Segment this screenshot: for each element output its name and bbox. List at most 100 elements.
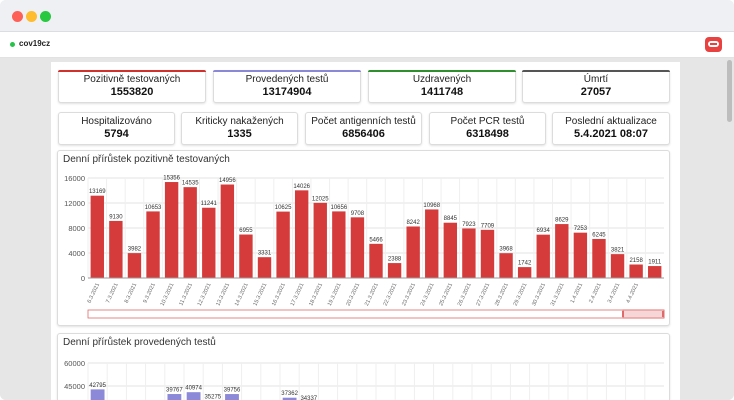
card-accent-bar — [522, 70, 670, 72]
stat-card-hospitalized: Hospitalizováno 5794 — [58, 112, 175, 145]
stat-value: 27057 — [580, 86, 612, 98]
stat-label: Počet PCR testů — [450, 116, 525, 127]
bar-value-label: 7253 — [574, 226, 588, 232]
zoom-handle-right — [662, 311, 664, 317]
x-tick-label: 29.3.2021 — [513, 282, 529, 307]
x-tick-label: 31.3.2021 — [550, 282, 566, 307]
bar-value-label: 2388 — [388, 257, 402, 263]
bar-value-label: 11241 — [201, 201, 218, 207]
bar — [220, 184, 235, 278]
minimize-window-button[interactable] — [26, 11, 37, 22]
close-window-button[interactable] — [12, 11, 23, 22]
bar-value-label: 35275 — [204, 394, 221, 400]
bar — [462, 228, 476, 278]
x-tick-label: 27.3.2021 — [476, 282, 492, 307]
bar — [592, 238, 606, 278]
bar-value-label: 8845 — [444, 216, 458, 222]
bar-value-label: 1911 — [648, 260, 662, 266]
x-tick-label: 14.3.2021 — [234, 282, 250, 307]
bar — [443, 222, 458, 278]
x-tick-label: 24.3.2021 — [420, 282, 436, 307]
stat-label: Hospitalizováno — [81, 116, 152, 127]
stat-card-pcr-tests: Počet PCR testů 6318498 — [429, 112, 546, 145]
app-header: cov19cz — [0, 32, 734, 58]
online-status-icon — [10, 42, 15, 47]
x-tick-label: 2.4.2021 — [588, 282, 602, 304]
bar-value-label: 8242 — [406, 220, 420, 226]
y-tick-label: 60000 — [64, 359, 85, 368]
zoom-handle-left — [622, 311, 624, 317]
bar-value-label: 6245 — [592, 232, 606, 238]
app-logo-icon[interactable] — [705, 37, 722, 52]
maximize-window-button[interactable] — [40, 11, 51, 22]
browser-window: cov19cz Pozitivně testovaných 1553820 Pr… — [0, 0, 734, 400]
bar — [186, 392, 201, 400]
bar-value-label: 42795 — [89, 383, 106, 389]
bar — [313, 202, 327, 278]
bar-value-label: 1742 — [518, 261, 532, 267]
bar — [387, 263, 402, 278]
stat-card-positive: Pozitivně testovaných 1553820 — [58, 70, 206, 103]
window-titlebar — [0, 0, 734, 32]
x-tick-label: 17.3.2021 — [290, 282, 306, 307]
bar-value-label: 3982 — [128, 247, 142, 253]
x-tick-label: 13.3.2021 — [215, 282, 231, 307]
bar-value-label: 14535 — [182, 181, 199, 187]
bar-value-label: 10653 — [145, 205, 162, 211]
y-tick-label: 16000 — [64, 174, 85, 183]
stat-value: 5.4.2021 08:07 — [573, 128, 648, 140]
card-accent-bar — [213, 70, 361, 72]
stat-label: Pozitivně testovaných — [83, 74, 181, 85]
stat-label: Provedených testů — [245, 74, 329, 85]
bar-value-label: 6955 — [239, 228, 253, 234]
zoom-range-track — [87, 309, 665, 319]
stat-value: 6856406 — [342, 128, 385, 140]
bar — [146, 211, 160, 278]
x-tick-label: 16.3.2021 — [271, 282, 287, 307]
bar — [167, 394, 182, 400]
x-tick-label: 7.3.2021 — [105, 282, 119, 304]
positive-bar-chart: 0 4000 8000 12000 16000 13169 6.3.2021 9130 7.3.… — [64, 174, 665, 319]
bar — [90, 389, 105, 400]
x-tick-label: 4.4.2021 — [625, 282, 639, 304]
bar-value-label: 13169 — [89, 189, 106, 195]
bar — [225, 394, 239, 400]
bar — [499, 253, 513, 278]
stat-value: 1553820 — [110, 86, 154, 98]
bar-value-label: 39756 — [224, 388, 241, 394]
x-tick-label: 1.4.2021 — [570, 282, 584, 304]
x-tick-label: 15.3.2021 — [253, 282, 269, 307]
bar-value-label: 34337 — [300, 396, 317, 400]
stat-card-recovered: Uzdravených 1411748 — [368, 70, 516, 103]
bar-value-label: 37362 — [281, 391, 298, 397]
bar-value-label: 9130 — [109, 214, 123, 220]
y-tick-label: 4000 — [68, 249, 85, 258]
y-tick-label: 12000 — [64, 199, 85, 208]
bar — [517, 267, 532, 278]
stat-value: 13174904 — [262, 86, 312, 98]
x-tick-label: 22.3.2021 — [383, 282, 399, 307]
bar-value-label: 10625 — [275, 205, 292, 211]
stat-card-last-update: Poslední aktualizace 5.4.2021 08:07 — [552, 112, 670, 145]
bar — [648, 266, 662, 278]
x-tick-label: 23.3.2021 — [401, 282, 417, 307]
card-accent-bar — [368, 70, 516, 72]
tests-chart-card: Denní přírůstek provedených testů 45000 6… — [57, 333, 670, 400]
bar-value-label: 12025 — [312, 196, 329, 202]
bar — [257, 257, 272, 278]
bar — [332, 211, 346, 278]
bar-value-label: 3968 — [499, 247, 513, 253]
y-tick-label: 8000 — [68, 224, 85, 233]
bar — [127, 253, 142, 278]
bar-value-label: 10968 — [423, 203, 440, 209]
page-scrollbar[interactable] — [727, 60, 732, 122]
y-tick-label: 45000 — [64, 382, 85, 391]
bar-value-label: 5466 — [369, 237, 383, 243]
bar — [164, 182, 179, 278]
bar — [555, 224, 569, 278]
bar-value-label: 7709 — [481, 223, 495, 229]
stat-value: 6318498 — [466, 128, 509, 140]
x-tick-label: 12.3.2021 — [197, 282, 213, 307]
bar — [536, 234, 550, 278]
x-tick-label: 20.3.2021 — [345, 282, 361, 307]
